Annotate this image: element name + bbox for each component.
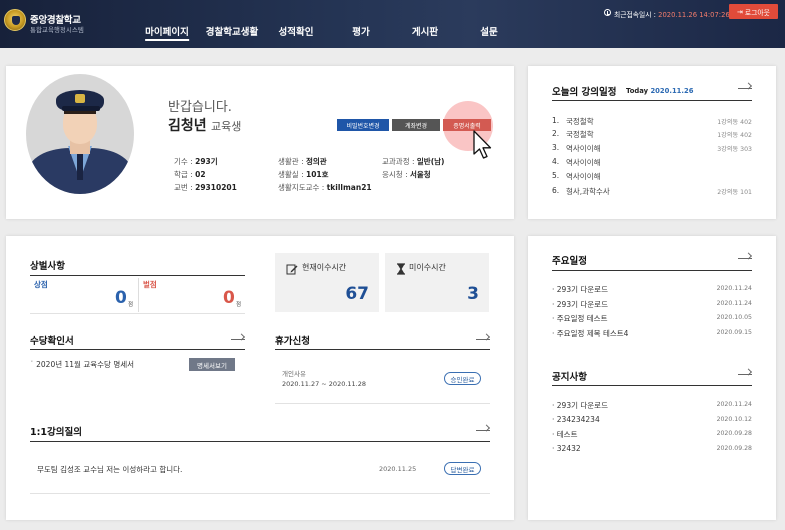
nav-survey[interactable]: 설문 <box>480 24 497 38</box>
user-role: 교육생 <box>211 120 242 133</box>
profile-panel: 반갑습니다. 김청년 교육생 비밀번호변경 계좌변경 증명서출력 기수 : 29… <box>6 66 514 219</box>
hourglass-icon <box>397 263 405 275</box>
last-login: 최근접속일시 : 2020.11.26 14:07:26 <box>614 9 730 19</box>
view-statement-button[interactable]: 명세서보기 <box>189 358 235 371</box>
today-date: Today 2020.11.26 <box>626 87 694 95</box>
info-advisor: 생활지도교수 : tkillman21 <box>278 183 372 192</box>
brand-subtitle: 통합교육행정시스템 <box>30 26 84 34</box>
info-dormitory: 생활관 : 정의관 <box>278 157 327 166</box>
penalty-value: 0 <box>223 288 235 308</box>
logout-button[interactable]: ⇥ 로그아웃 <box>729 4 778 19</box>
police-emblem-logo[interactable] <box>4 9 26 31</box>
nav-school-life[interactable]: 경찰학교생활 <box>206 24 258 38</box>
mouse-cursor-icon <box>473 130 492 159</box>
info-class: 학급 : 02 <box>174 170 206 179</box>
lecture-title: 오늘의 강의일정 <box>552 87 617 98</box>
leave-divider <box>275 349 490 350</box>
leave-period: 2020.11.27 ~ 2020.11.28 <box>282 380 367 388</box>
nav-evaluation[interactable]: 평가 <box>352 24 369 38</box>
incomplete-hours-box: 미이수시간 3 <box>385 253 489 312</box>
avatar <box>26 74 134 194</box>
cap-badge-icon <box>75 94 85 103</box>
incomplete-hours-value: 3 <box>467 284 479 304</box>
nav-board[interactable]: 게시판 <box>412 24 438 38</box>
qna-item[interactable]: 무도팀 김성조 교수님 저는 이성하라고 합니다. <box>37 464 182 475</box>
nav-mypage[interactable]: 마이페이지 <box>145 24 189 41</box>
change-password-button[interactable]: 비밀번호변경 <box>337 119 389 131</box>
leave-status-badge[interactable]: 승인완료 <box>444 372 481 385</box>
allowance-item: ˙ 2020년 11월 교육수당 명세서 <box>30 360 135 369</box>
qna-date: 2020.11.25 <box>379 465 417 473</box>
leave-title: 휴가신청 <box>275 336 310 347</box>
allowance-more-arrow-icon[interactable] <box>231 339 245 340</box>
allowance-divider <box>30 349 245 350</box>
change-account-button[interactable]: 계좌변경 <box>392 119 440 131</box>
reward-value: 0 <box>115 288 127 308</box>
notice-divider <box>552 385 752 386</box>
notice-title: 공지사항 <box>552 372 587 383</box>
schedule-title: 주요일정 <box>552 256 587 267</box>
penalty-unit: 점 <box>236 302 242 308</box>
completed-hours-box: 현재이수시간 67 <box>275 253 379 312</box>
qna-status-badge[interactable]: 답변완료 <box>444 462 481 475</box>
allowance-title: 수당확인서 <box>30 336 74 347</box>
schedule-more-arrow-icon[interactable] <box>738 258 752 259</box>
leave-reason: 개인사유 <box>282 370 306 378</box>
incomplete-hours-label: 미이수시간 <box>409 263 446 272</box>
qna-title: 1:1강의질의 <box>30 427 82 438</box>
info-agency: 응시청 : 서울청 <box>382 170 431 179</box>
info-curriculum: 교과과정 : 일반(남) <box>382 157 445 166</box>
schedule-divider <box>552 270 752 271</box>
logout-icon: ⇥ <box>737 7 743 16</box>
reward-unit: 점 <box>128 302 134 308</box>
logout-label: 로그아웃 <box>744 8 770 17</box>
lecture-panel: 오늘의 강의일정 Today 2020.11.26 1. 국정철학 1강의동 4… <box>528 66 776 219</box>
last-login-value: 2020.11.26 14:07:26 <box>658 11 730 19</box>
merit-title: 상벌사항 <box>30 261 65 272</box>
qna-divider <box>30 441 490 442</box>
completed-hours-value: 67 <box>345 284 369 304</box>
top-header: 중앙경찰학교 통합교육행정시스템 마이페이지 경찰학교생활 성적확인 평가 게시… <box>0 0 785 48</box>
nav-grades[interactable]: 성적확인 <box>279 24 314 38</box>
last-login-label: 최근접속일시 : <box>614 11 659 19</box>
notice-more-arrow-icon[interactable] <box>738 374 752 375</box>
merit-divider <box>30 275 245 276</box>
leave-more-arrow-icon[interactable] <box>476 339 490 340</box>
side-panel: 주요일정 · 293기 다운로드 2020.11.24 · 293기 다운로드 … <box>528 236 776 520</box>
penalty-label: 벌점 <box>143 280 157 289</box>
reward-label: 상점 <box>34 280 48 289</box>
lecture-divider <box>552 100 752 101</box>
info-term: 기수 : 293기 <box>174 157 218 166</box>
clock-icon <box>604 9 611 16</box>
completed-hours-label: 현재이수시간 <box>302 263 347 272</box>
qna-more-arrow-icon[interactable] <box>476 430 490 431</box>
pencil-icon <box>286 264 298 275</box>
user-name: 김청년 <box>168 118 207 134</box>
greeting: 반갑습니다. <box>168 100 232 115</box>
lecture-more-arrow-icon[interactable] <box>738 88 752 89</box>
info-room: 생활실 : 101호 <box>278 170 329 179</box>
info-student-no: 교번 : 29310201 <box>174 183 237 192</box>
main-panel: 상벌사항 상점 0 점 벌점 0 점 현재이수시간 67 미이수시간 3 수당확… <box>6 236 514 520</box>
